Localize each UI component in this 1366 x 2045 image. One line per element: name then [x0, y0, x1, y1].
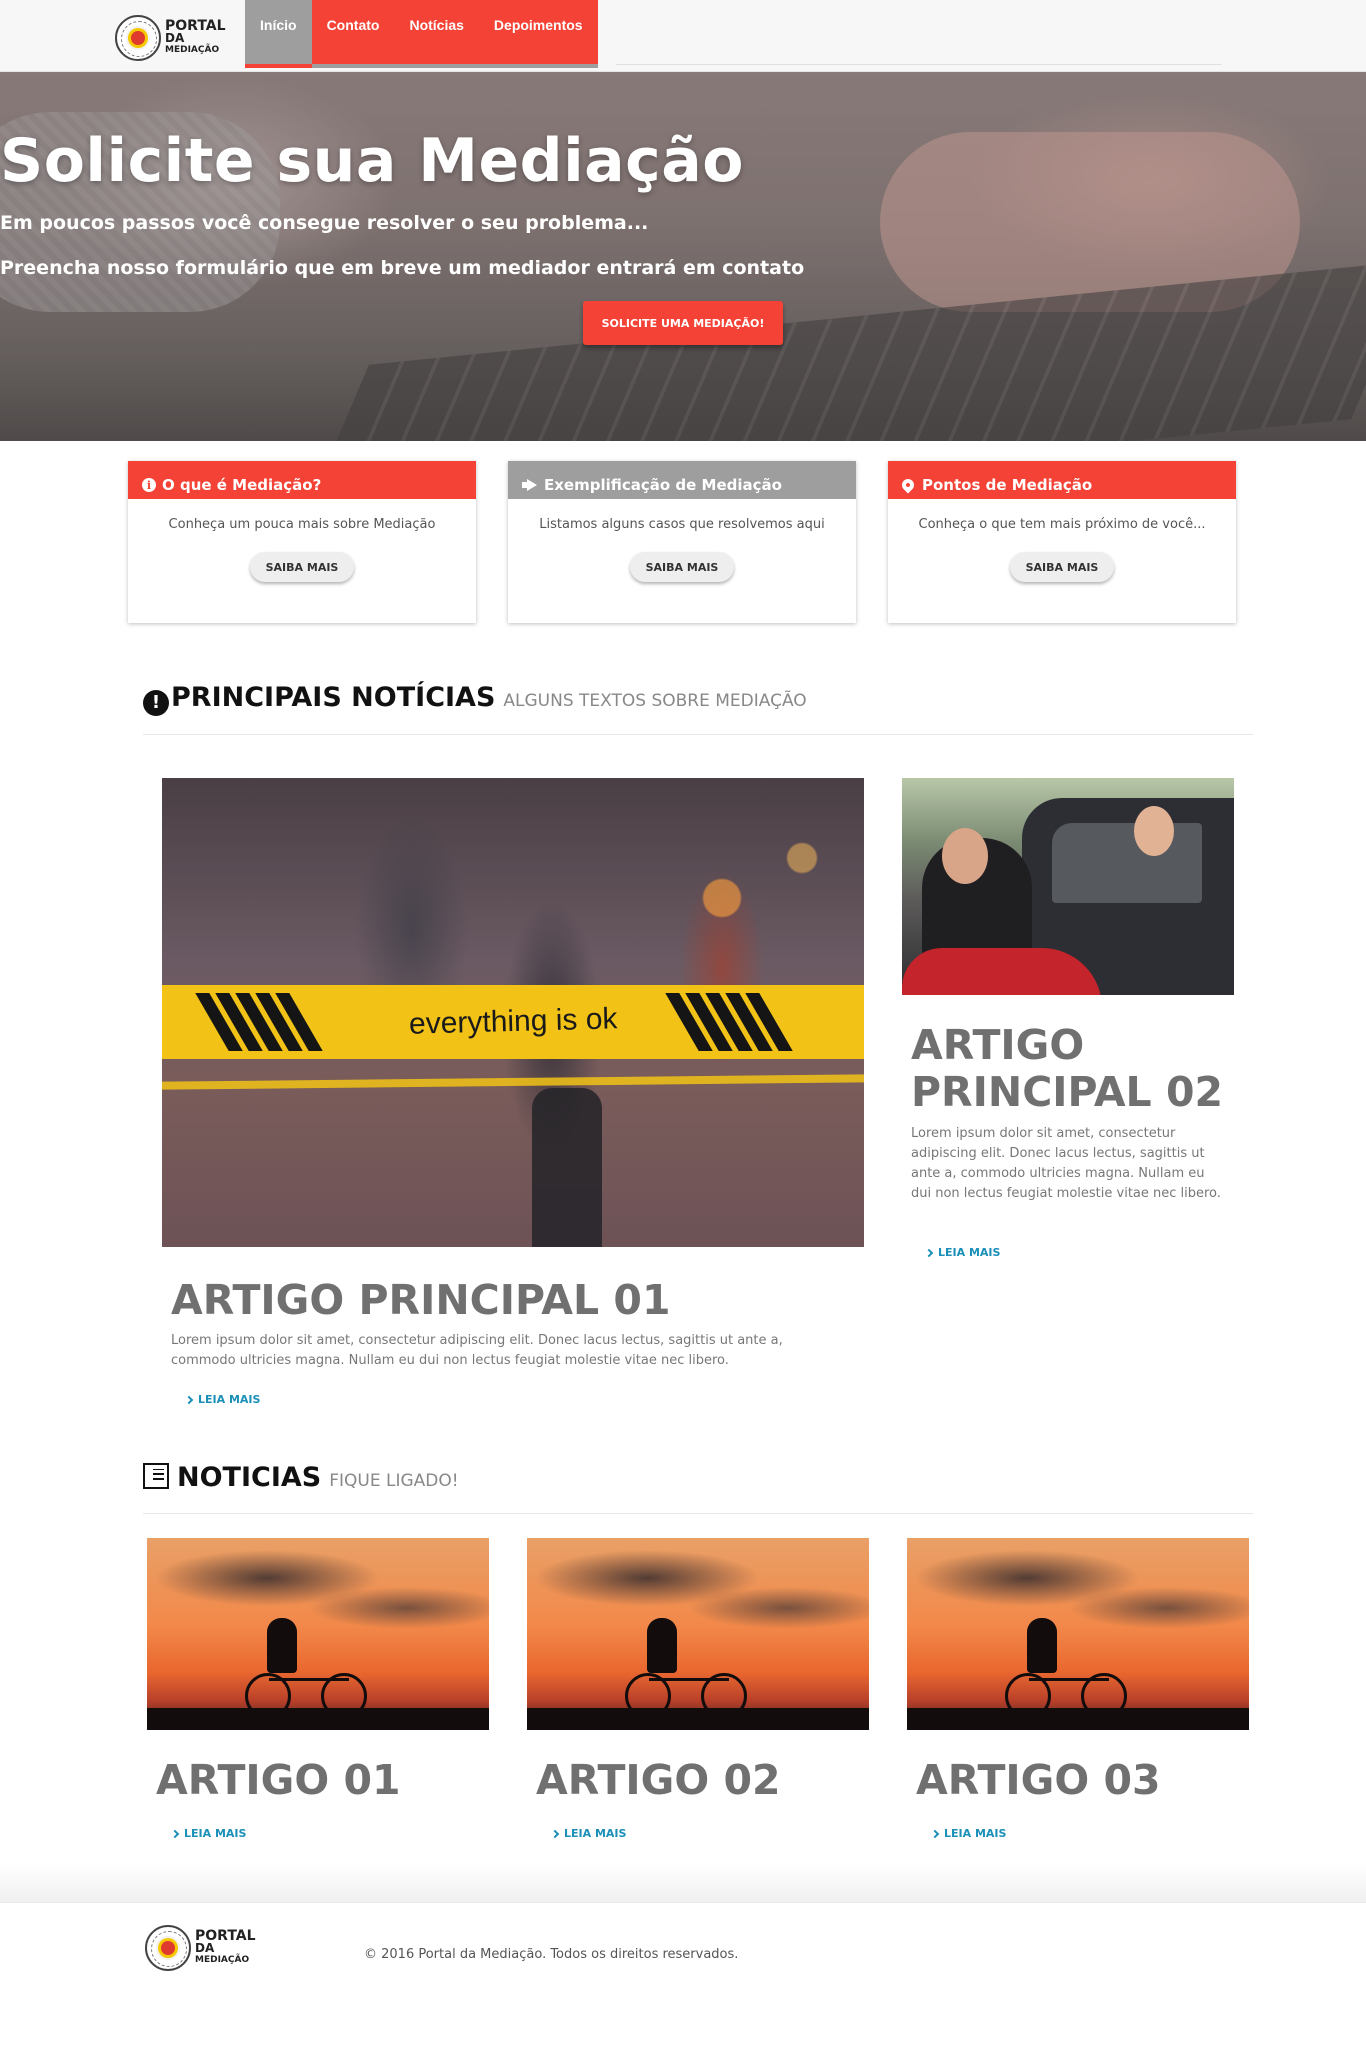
section-title: PRINCIPAIS NOTÍCIAS [171, 682, 496, 713]
section-title: NOTICIAS [177, 1462, 322, 1493]
tape-chevrons-left [195, 993, 323, 1051]
exclamation-circle-icon: ! [143, 689, 169, 716]
footer-logo[interactable]: PORTAL DA MEDIAÇÃO [145, 1925, 256, 1971]
card-header: Pontos de Mediação [888, 461, 1236, 499]
main-article-title[interactable]: ARTIGO PRINCIPAL 01 [171, 1276, 670, 1324]
link-label: LEIA MAIS [184, 1827, 247, 1840]
main-article-image[interactable]: everything is ok [162, 778, 864, 1247]
chevron-right-icon [924, 1248, 934, 1257]
saiba-mais-button[interactable]: SAIBA MAIS [630, 552, 734, 582]
image-rider [1027, 1618, 1057, 1673]
info-icon: i [142, 478, 156, 492]
leia-mais-link[interactable]: LEIA MAIS [170, 1827, 247, 1840]
caution-tape-2 [162, 1074, 864, 1090]
request-mediation-button[interactable]: SOLICITE UMA MEDIAÇÃO! [583, 301, 783, 345]
hero-subtitle-2: Preencha nosso formulário que em breve u… [0, 257, 805, 279]
leia-mais-link[interactable]: LEIA MAIS [924, 1246, 1001, 1259]
news-item-title[interactable]: ARTIGO 01 [156, 1756, 401, 1804]
news-item-title[interactable]: ARTIGO 02 [536, 1756, 781, 1804]
side-article-title[interactable]: ARTIGO PRINCIPAL 02 [911, 1022, 1223, 1116]
caution-tape: everything is ok [162, 985, 864, 1059]
leia-mais-link[interactable]: LEIA MAIS [930, 1827, 1007, 1840]
chevron-right-icon [184, 1395, 194, 1404]
news-image[interactable] [907, 1538, 1249, 1730]
card-header: Exemplificação de Mediação [508, 461, 856, 499]
image-ground [147, 1708, 489, 1730]
megaphone-icon [522, 479, 538, 491]
police-seal-icon [145, 1925, 191, 1971]
nav-item-contato[interactable]: Contato [311, 0, 395, 68]
image-head [942, 828, 988, 884]
chevron-right-icon [550, 1829, 560, 1838]
link-label: LEIA MAIS [564, 1827, 627, 1840]
logo-line-3: MEDIAÇÃO [195, 1955, 250, 1965]
side-title-line-2: PRINCIPAL 02 [911, 1068, 1224, 1116]
saiba-mais-button[interactable]: SAIBA MAIS [1010, 552, 1114, 582]
nav-item-inicio[interactable]: Início [245, 0, 312, 68]
footer-shadow [0, 1862, 1366, 1902]
nav-divider [616, 64, 1222, 65]
site-logo[interactable]: PORTAL DA MEDIAÇÃO [115, 14, 235, 62]
image-window [1052, 823, 1202, 903]
map-pin-icon [899, 476, 917, 494]
tape-chevrons-right [665, 993, 793, 1051]
side-title-line-1: ARTIGO [911, 1021, 1085, 1069]
card-mediation-examples: Exemplificação de Mediação Listamos algu… [508, 461, 856, 623]
logo-line-3: MEDIAÇÃO [165, 45, 220, 55]
hero-banner: Solicite sua Mediação Em poucos passos v… [0, 72, 1366, 441]
news-header: NOTICIAS FIQUE LIGADO! [143, 1460, 459, 1493]
card-text: Listamos alguns casos que resolvemos aqu… [539, 517, 825, 532]
image-head [1134, 806, 1174, 856]
link-label: LEIA MAIS [944, 1827, 1007, 1840]
saiba-mais-button[interactable]: SAIBA MAIS [250, 552, 354, 582]
image-rider [647, 1618, 677, 1673]
news-image[interactable] [147, 1538, 489, 1730]
hero-title: Solicite sua Mediação [0, 126, 744, 196]
news-image[interactable] [527, 1538, 869, 1730]
nav-item-noticias[interactable]: Notícias [394, 0, 479, 68]
chevron-right-icon [930, 1829, 940, 1838]
principal-news-header: ! PRINCIPAIS NOTÍCIAS ALGUNS TEXTOS SOBR… [143, 682, 807, 716]
link-label: LEIA MAIS [938, 1246, 1001, 1259]
news-item-title[interactable]: ARTIGO 03 [916, 1756, 1161, 1804]
card-mediation-points: Pontos de Mediação Conheça o que tem mai… [888, 461, 1236, 623]
card-title: O que é Mediação? [162, 476, 322, 494]
logo-text: PORTAL DA MEDIAÇÃO [165, 19, 226, 56]
card-what-is-mediation: i O que é Mediação? Conheça um pouca mai… [128, 461, 476, 623]
section-divider [143, 1513, 1253, 1514]
card-title: Exemplificação de Mediação [544, 476, 782, 494]
copyright-text: © 2016 Portal da Mediação. Todos os dire… [364, 1947, 739, 1962]
hero-subtitle-1: Em poucos passos você consegue resolver … [0, 212, 649, 234]
site-footer: PORTAL DA MEDIAÇÃO © 2016 Portal da Medi… [0, 1902, 1366, 2045]
card-text: Conheça um pouca mais sobre Mediação [168, 517, 436, 532]
section-divider [143, 734, 1253, 735]
link-label: LEIA MAIS [198, 1393, 261, 1406]
chevron-right-icon [170, 1829, 180, 1838]
image-ground [907, 1708, 1249, 1730]
image-red-car [902, 948, 1102, 995]
nav-item-depoimentos[interactable]: Depoimentos [478, 0, 598, 68]
leia-mais-link[interactable]: LEIA MAIS [550, 1827, 627, 1840]
image-rider [267, 1618, 297, 1673]
card-title: Pontos de Mediação [922, 476, 1093, 494]
section-subtitle: ALGUNS TEXTOS SOBRE MEDIAÇÃO [503, 691, 807, 711]
card-text: Conheça o que tem mais próximo de você..… [918, 517, 1206, 532]
top-navbar: PORTAL DA MEDIAÇÃO Início Contato Notíci… [0, 0, 1366, 72]
leia-mais-link[interactable]: LEIA MAIS [184, 1393, 261, 1406]
image-figure [532, 1088, 602, 1247]
section-subtitle: FIQUE LIGADO! [329, 1471, 459, 1491]
card-header: i O que é Mediação? [128, 461, 476, 499]
side-article-image[interactable] [902, 778, 1234, 995]
list-icon [143, 1463, 169, 1489]
main-article-text: Lorem ipsum dolor sit amet, consectetur … [171, 1333, 783, 1368]
logo-text: PORTAL DA MEDIAÇÃO [195, 1929, 256, 1966]
police-seal-icon [115, 15, 161, 61]
tape-text: everything is ok [408, 1002, 618, 1041]
side-article-text: Lorem ipsum dolor sit amet, consectetur … [911, 1126, 1221, 1201]
image-ground [527, 1708, 869, 1730]
main-menu: Início Contato Notícias Depoimentos [245, 0, 598, 68]
